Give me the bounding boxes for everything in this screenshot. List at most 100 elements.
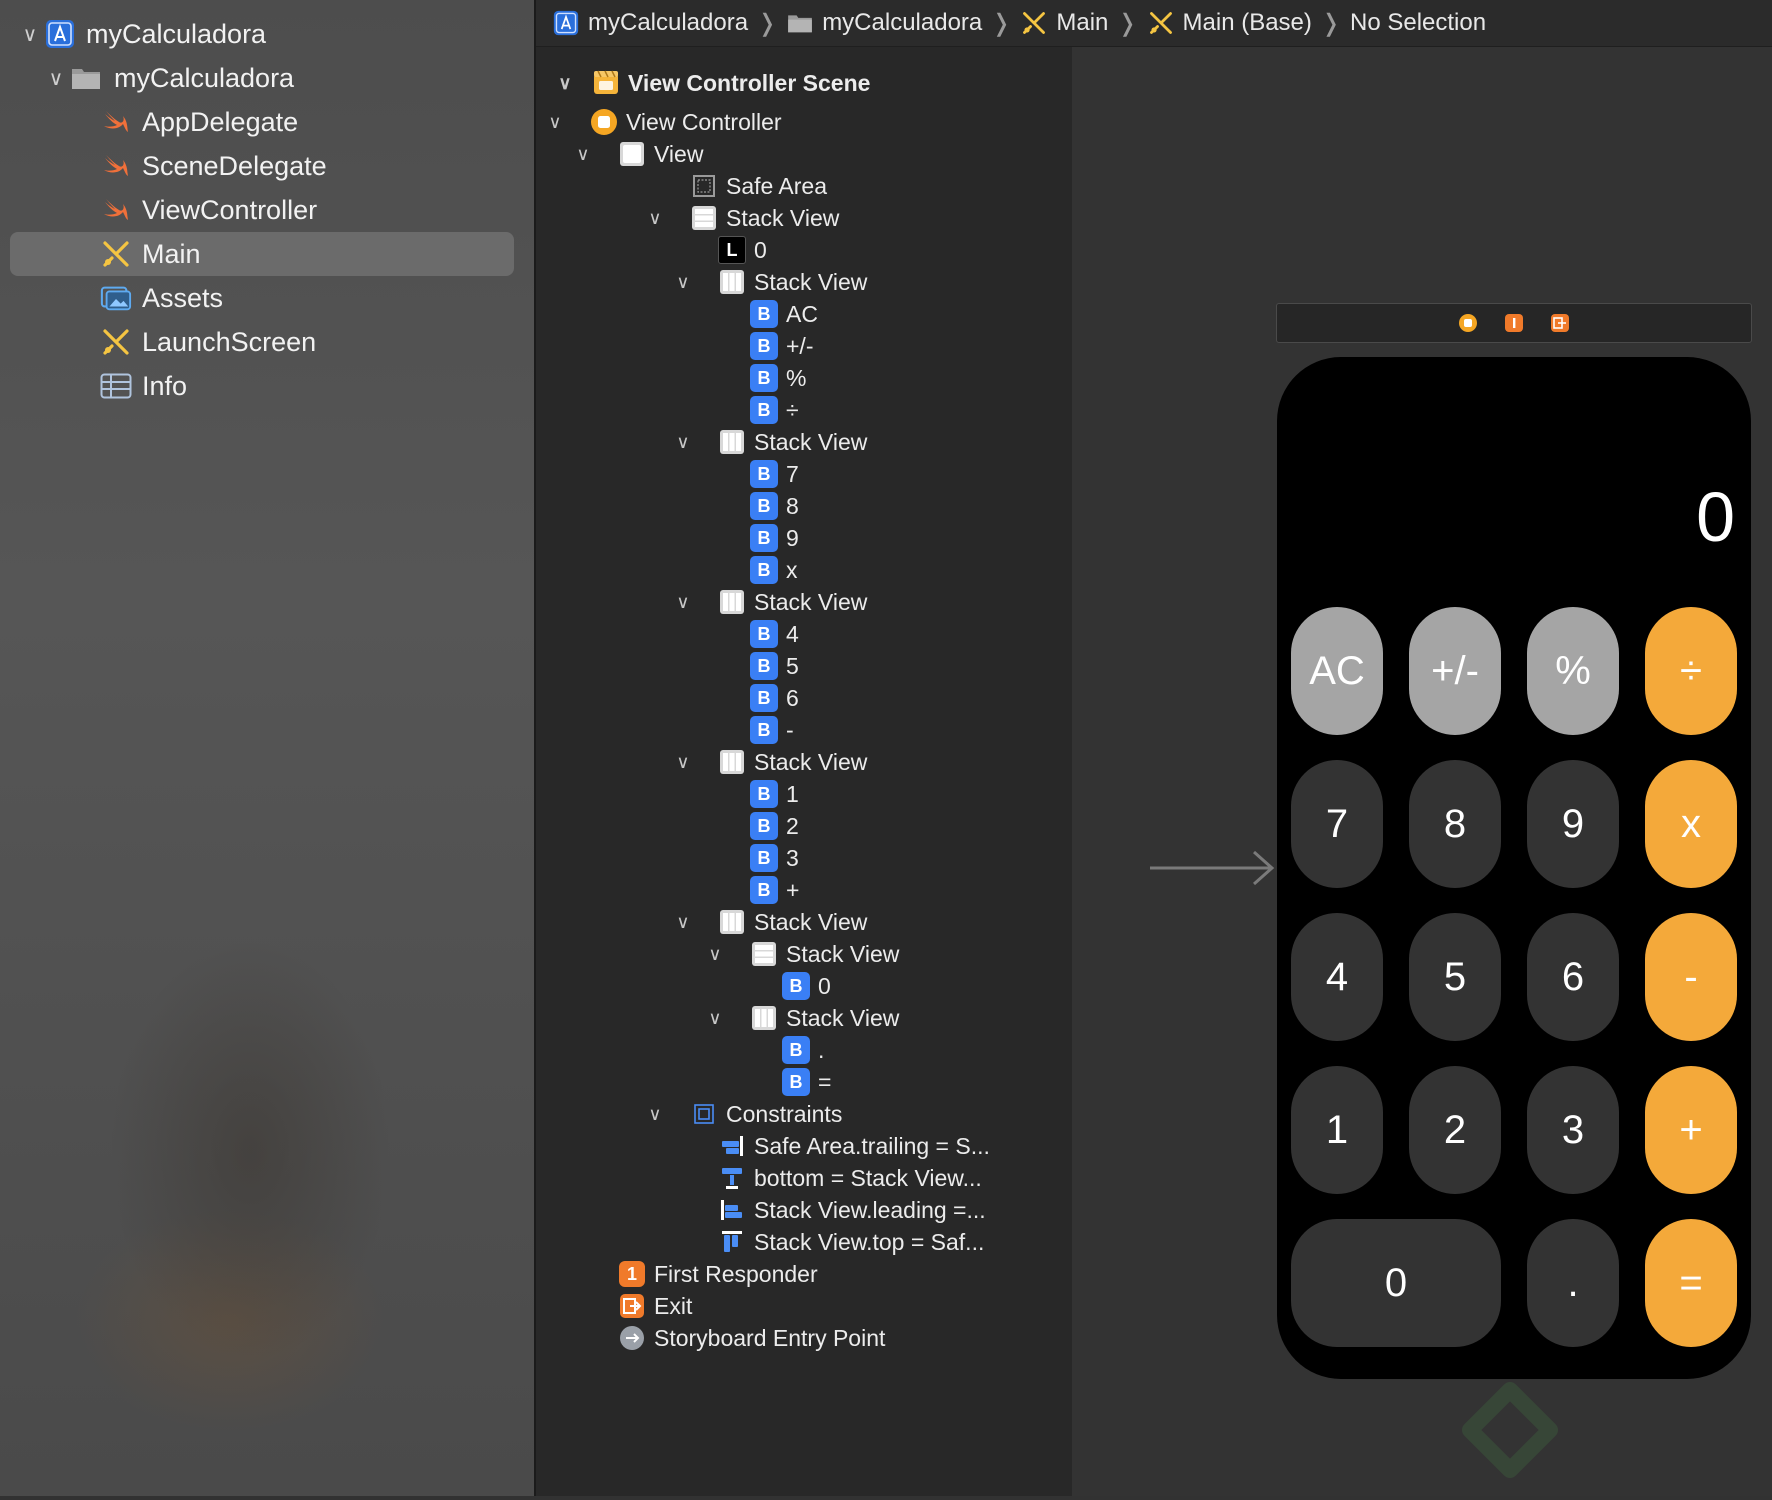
outline-stack-view-vertical[interactable]: ∨ Stack View: [648, 201, 839, 235]
view-controller-icon[interactable]: [1458, 313, 1478, 333]
key-1-button[interactable]: 1: [1291, 1066, 1383, 1194]
outline-stack-view-row1[interactable]: ∨ Stack View: [676, 265, 867, 299]
outline-constraint-top[interactable]: Stack View.top = Saf...: [718, 1225, 984, 1259]
outline-scene[interactable]: ∨ View Controller Scene: [558, 66, 870, 100]
outline-stack-view-row4[interactable]: ∨ Stack View: [676, 745, 867, 779]
chevron-down-icon[interactable]: ∨: [670, 432, 696, 453]
chevron-down-icon[interactable]: ∨: [670, 912, 696, 933]
nav-item-viewcontroller[interactable]: ViewController: [10, 188, 514, 232]
key-plus-button[interactable]: +: [1645, 1066, 1737, 1194]
outline-storyboard-entry-point[interactable]: Storyboard Entry Point: [618, 1321, 885, 1355]
breadcrumb-selection[interactable]: No Selection: [1350, 9, 1486, 37]
entry-point-arrow-icon[interactable]: [1150, 848, 1280, 888]
key-8-button[interactable]: 8: [1409, 760, 1501, 888]
label-icon: L: [718, 236, 746, 264]
breadcrumb-project[interactable]: myCalculadora: [552, 9, 748, 37]
outline-constraint-bottom[interactable]: bottom = Stack View...: [718, 1161, 982, 1195]
outline-constraint-trailing[interactable]: Safe Area.trailing = S...: [718, 1129, 990, 1163]
key-2-button[interactable]: 2: [1409, 1066, 1501, 1194]
key-divide-button[interactable]: ÷: [1645, 607, 1737, 735]
nav-item-main[interactable]: Main: [10, 232, 514, 276]
outline-constraint-leading[interactable]: Stack View.leading =...: [718, 1193, 986, 1227]
outline-button-dot[interactable]: B.: [782, 1033, 824, 1067]
key-5-button[interactable]: 5: [1409, 913, 1501, 1041]
key-4-button[interactable]: 4: [1291, 913, 1383, 1041]
scene-dock[interactable]: [1276, 303, 1752, 343]
chevron-down-icon[interactable]: ∨: [542, 112, 568, 133]
key-minus-button[interactable]: -: [1645, 913, 1737, 1041]
outline-view-controller[interactable]: ∨ View Controller: [548, 105, 782, 139]
key-3-button[interactable]: 3: [1527, 1066, 1619, 1194]
chevron-down-icon[interactable]: ∨: [702, 1008, 728, 1029]
outline-view[interactable]: ∨ View: [576, 137, 703, 171]
outline-button-1[interactable]: B1: [750, 777, 799, 811]
outline-safe-area[interactable]: Safe Area: [690, 169, 827, 203]
chevron-down-icon[interactable]: ∨: [670, 752, 696, 773]
key-9-button[interactable]: 9: [1527, 760, 1619, 888]
outline-button-5[interactable]: B5: [750, 649, 799, 683]
chevron-down-icon[interactable]: ∨: [552, 73, 578, 94]
breadcrumb-main[interactable]: Main: [1020, 9, 1108, 37]
button-badge: B: [750, 332, 778, 360]
chevron-down-icon[interactable]: ∨: [570, 144, 596, 165]
outline-constraints[interactable]: ∨ Constraints: [648, 1097, 842, 1131]
key-ac-button[interactable]: AC: [1291, 607, 1383, 735]
chevron-down-icon[interactable]: ∨: [642, 208, 668, 229]
outline-label-0[interactable]: L 0: [718, 233, 767, 267]
outline-button-6[interactable]: B6: [750, 681, 799, 715]
nav-item-appdelegate[interactable]: AppDelegate: [10, 100, 514, 144]
outline-button-ac[interactable]: B AC: [750, 297, 818, 331]
outline-button-equals[interactable]: B =: [782, 1065, 831, 1099]
chevron-down-icon[interactable]: ∨: [18, 22, 42, 47]
chevron-down-icon[interactable]: ∨: [44, 66, 68, 91]
chevron-down-icon[interactable]: ∨: [670, 592, 696, 613]
outline-button-0[interactable]: B0: [782, 969, 831, 1003]
outline-button-minus[interactable]: B-: [750, 713, 794, 747]
outline-button-percent[interactable]: B%: [750, 361, 806, 395]
nav-item-info[interactable]: Info: [10, 364, 514, 408]
key-equals-button[interactable]: =: [1645, 1219, 1737, 1347]
key-plus-minus-button[interactable]: +/-: [1409, 607, 1501, 735]
outline-button-plus-minus[interactable]: B +/-: [750, 329, 813, 363]
outline-button-8[interactable]: B8: [750, 489, 799, 523]
nav-item-folder[interactable]: ∨ myCalculadora: [10, 56, 514, 100]
key-multiply-button[interactable]: x: [1645, 760, 1737, 888]
nav-item-project[interactable]: ∨ myCalculadora: [10, 12, 514, 56]
outline-button-multiply[interactable]: Bx: [750, 553, 798, 587]
key-percent-button[interactable]: %: [1527, 607, 1619, 735]
display-label[interactable]: 0: [1696, 477, 1735, 557]
chevron-down-icon[interactable]: ∨: [702, 944, 728, 965]
folder-icon: [786, 9, 814, 37]
outline-stack-view-zero[interactable]: ∨ Stack View: [708, 937, 899, 971]
breadcrumb-main-base[interactable]: Main (Base): [1147, 9, 1312, 37]
outline-button-7[interactable]: B7: [750, 457, 799, 491]
outline-button-9[interactable]: B9: [750, 521, 799, 555]
outline-label: +/-: [786, 332, 814, 359]
nav-item-launchscreen[interactable]: LaunchScreen: [10, 320, 514, 364]
key-6-button[interactable]: 6: [1527, 913, 1619, 1041]
key-0-button[interactable]: 0: [1291, 1219, 1501, 1347]
outline-stack-view-row2[interactable]: ∨ Stack View: [676, 425, 867, 459]
nav-item-assets[interactable]: Assets: [10, 276, 514, 320]
chevron-down-icon[interactable]: ∨: [670, 272, 696, 293]
key-decimal-button[interactable]: .: [1527, 1219, 1619, 1347]
outline-stack-view-row3[interactable]: ∨ Stack View: [676, 585, 867, 619]
outline-button-4[interactable]: B4: [750, 617, 799, 651]
breadcrumb-folder[interactable]: myCalculadora: [786, 9, 982, 37]
exit-icon[interactable]: [1550, 313, 1570, 333]
outline-exit[interactable]: Exit: [618, 1289, 692, 1323]
outline-stack-view-row5[interactable]: ∨ Stack View: [676, 905, 867, 939]
outline-stack-view-dot-equals[interactable]: ∨ Stack View: [708, 1001, 899, 1035]
chevron-down-icon[interactable]: ∨: [642, 1104, 668, 1125]
outline-button-3[interactable]: B3: [750, 841, 799, 875]
calculator-view[interactable]: 0 AC +/-% ÷ 7 8 9 x 4 5 6- 1 2 3 +0. =: [1277, 357, 1751, 1379]
swift-file-icon: [100, 150, 132, 182]
outline-button-plus[interactable]: B +: [750, 873, 799, 907]
first-responder-icon[interactable]: [1504, 313, 1524, 333]
breadcrumb-label: Main: [1056, 9, 1109, 36]
outline-button-divide[interactable]: B ÷: [750, 393, 799, 427]
outline-first-responder[interactable]: 1 First Responder: [618, 1257, 818, 1291]
nav-item-scenedelegate[interactable]: SceneDelegate: [10, 144, 514, 188]
outline-button-2[interactable]: B2: [750, 809, 799, 843]
key-7-button[interactable]: 7: [1291, 760, 1383, 888]
